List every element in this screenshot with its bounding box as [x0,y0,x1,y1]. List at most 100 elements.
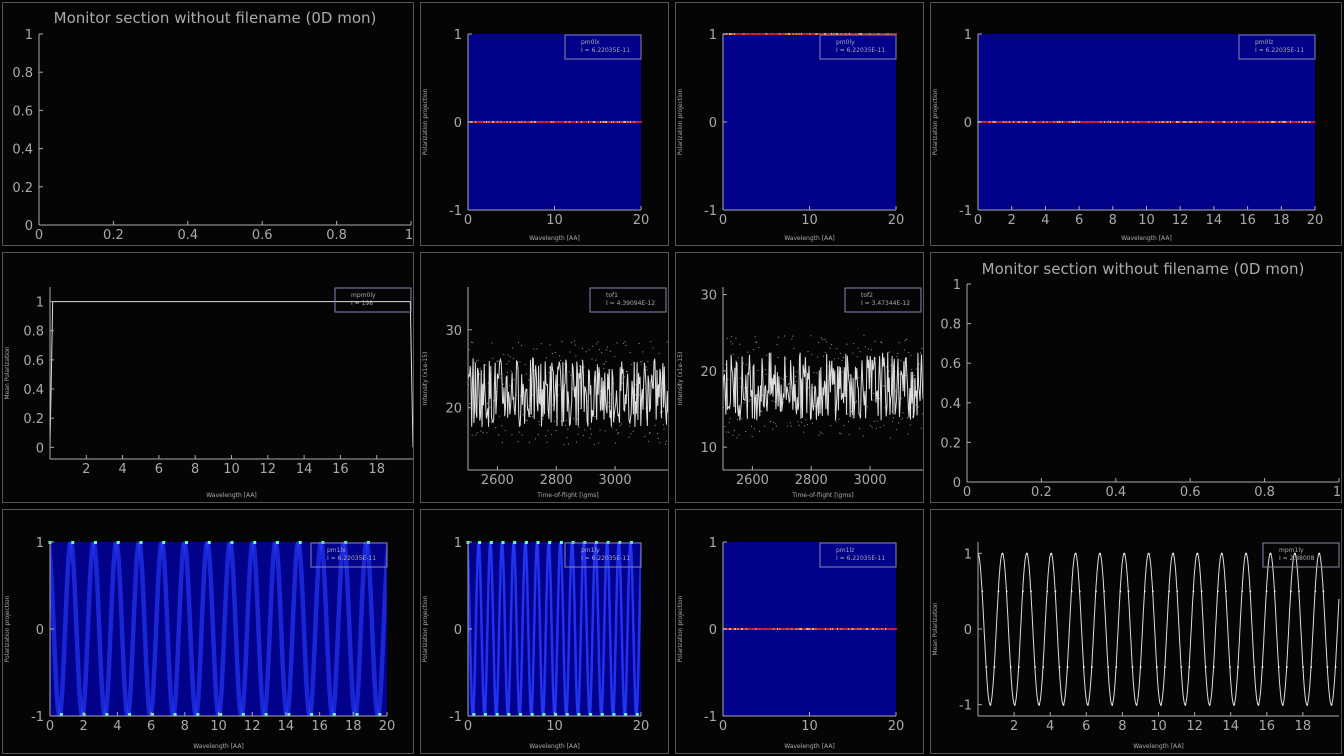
errorbar-dot [847,413,849,415]
heatmap-band-cell-0 [1050,121,1051,123]
heatmap-band-cell-0 [1192,121,1194,123]
heatmap-band-cell-0 [632,121,634,123]
x-axis-label: Wavelength [AA] [784,743,835,750]
errorbar-dot [895,429,897,431]
errorbar-dot [724,426,726,428]
errorbar-dot [607,402,609,404]
errorbar-dot [904,339,906,341]
heatmap-band-cell-0 [1048,121,1050,123]
errorbar-dot [781,377,783,379]
errorbar-dot [649,432,651,434]
heatmap-band-cell-0 [1182,121,1183,123]
errorbar-dot [597,341,599,343]
panel-pm1lx: 0 2 4 6 8 10 12 14 16 18 20 -1 0 1 Wavelength [AA] Pola… [2,509,414,754]
data-point [1099,552,1101,555]
heatmap-band-cell-0 [808,33,810,35]
errorbar-dot [548,367,550,369]
errorbar-dot [817,342,819,344]
heatmap-band-cell-0 [982,121,984,123]
heatmap-band-cell-0 [1077,121,1079,123]
errorbar-dot [659,412,661,414]
y-tick-label: 0 [709,116,717,131]
heatmap-band-cell-0 [1004,121,1006,123]
legend-name: pm0lz [1255,39,1273,46]
errorbar-dot [816,372,818,374]
heatmap-band-cell-0 [1154,121,1156,123]
errorbar-dot [736,418,738,420]
heatmap-band-cell-0 [845,628,847,630]
heatmap-band-cell-0 [747,628,748,630]
x-tick-label: 14 [296,462,313,477]
errorbar-dot [914,374,916,376]
heatmap-band-cell-0 [1212,121,1213,123]
x-tick-label: 2 [80,719,88,734]
x-tick-label: 4 [1041,213,1049,228]
data-point [1290,590,1292,593]
legend-intensity: I = 3.47344E-12 [861,300,910,307]
errorbar-dot [615,429,617,431]
x-axis-label: Wavelength [AA] [193,743,244,750]
heatmap-band-cell-0 [832,628,834,630]
heatmap-band-cell-0 [1233,121,1235,123]
errorbar-dot [537,434,539,436]
heatmap-band-cell-0 [772,628,774,630]
heatmap-band-cell-0 [801,33,802,35]
heatmap-band-cell-0 [1130,121,1132,123]
heatmap-band-cell-0 [610,121,612,123]
heatmap-band-cell-0 [789,628,790,630]
heatmap-band-cell-0 [1191,121,1193,123]
errorbar-dot [863,334,865,336]
errorbar-dot [470,341,472,343]
heatmap-band-cell-0 [999,121,1001,123]
y-tick-label: 0 [709,623,717,638]
errorbar-dot [739,377,741,379]
errorbar-dot [810,335,812,337]
heatmap-peak-cell [162,541,166,544]
heatmap-band-cell-0 [991,121,993,123]
errorbar-dot [640,361,642,363]
heatmap-band-cell-0 [1302,121,1303,123]
data-point [1111,704,1114,706]
errorbar-dot [731,343,733,345]
y-tick-label: 20 [445,402,462,417]
heatmap-band-cell-0 [1069,121,1071,123]
legend-intensity: I = 6.22035E-11 [836,555,885,562]
errorbar-dot [856,356,858,358]
errorbar-dot [821,432,823,434]
heatmap-band-cell-0 [1051,121,1053,123]
data-point [993,666,996,668]
x-tick-label: 2 [82,462,90,477]
data-point [1087,704,1089,706]
errorbar-dot [908,352,910,354]
heatmap-band-cell-0 [753,33,754,35]
heatmap-band-cell-0 [1272,121,1273,123]
errorbar-dot [575,355,577,357]
heatmap-band-cell-0 [739,628,741,630]
errorbar-dot [588,349,590,351]
y-tick-label: 0 [36,623,44,638]
errorbar-dot [901,418,903,420]
data-point [1127,590,1130,593]
errorbar-dot [473,362,475,364]
heatmap-band-cell-0 [517,121,519,123]
legend-name: mpm0ly [351,292,376,299]
heatmap-band-cell-0 [847,628,849,630]
heatmap-band-cell-0 [1093,121,1095,123]
errorbar-dot [536,348,538,350]
heatmap-band-cell-0 [815,628,817,630]
heatmap-band-cell-0 [735,628,736,630]
errorbar-dot [725,431,727,433]
errorbar-dot [487,402,489,404]
x-tick-label: 6 [147,719,155,734]
heatmap-band-cell-0 [531,121,533,123]
heatmap-band-cell-0 [1274,121,1276,123]
errorbar-dot [773,401,775,403]
errorbar-dot [735,337,737,339]
errorbar-dot [559,359,561,361]
heatmap-band-cell-0 [1267,121,1269,123]
errorbar-dot [726,337,728,339]
chart-tof2: 2600 2800 3000 10 20 30 Time-of-flight [\gms] I… [677,287,923,499]
heatmap-band-cell-0 [1158,121,1159,123]
heatmap-band-cell-0 [1045,121,1047,123]
errorbar-dot [745,430,747,432]
